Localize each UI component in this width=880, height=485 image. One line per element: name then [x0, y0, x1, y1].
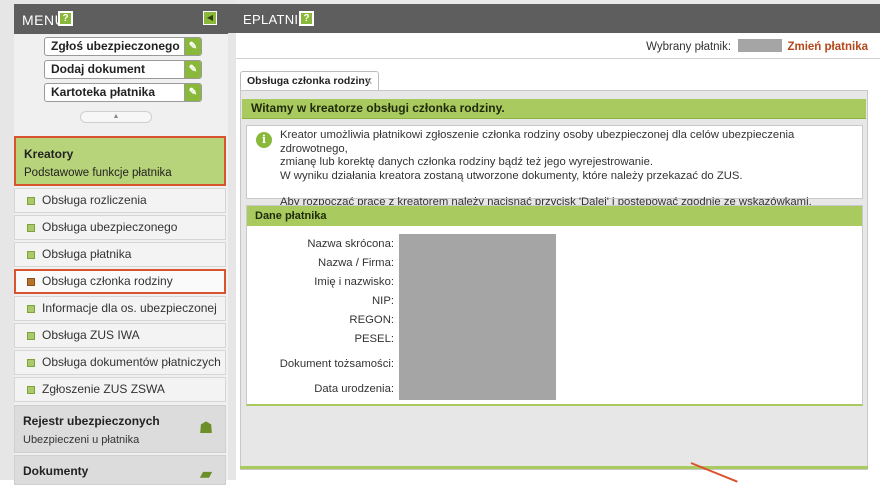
info-icon: i [256, 132, 272, 148]
change-payer-link[interactable]: Zmień płatnika [787, 41, 868, 53]
sidebar-item-label: Obsługa rozliczenia [42, 193, 147, 207]
bullet-icon [27, 386, 35, 394]
sidebar-item-obsluga-zus-iwa[interactable]: Obsługa ZUS IWA [14, 323, 226, 348]
sidebar-section-dokumenty[interactable]: Dokumenty ▰ [14, 455, 226, 485]
sidebar-item-zgloszenie-zus-zswa[interactable]: Zgłoszenie ZUS ZSWA [14, 377, 226, 402]
field-label-dokument-tozsamosci: Dokument tożsamości: [279, 358, 394, 370]
tab-label: Obsługa członka rodziny [247, 75, 371, 87]
sidebar-item-label: Obsługa dokumentów płatniczych [42, 355, 221, 369]
wizard-welcome-bar: Witamy w kreatorze obsługi członka rodzi… [242, 99, 866, 119]
sidebar-section-rejestr-ubezpieczonych[interactable]: Rejestr ubezpieczonych Ubezpieczeni u pł… [14, 405, 226, 453]
bottom-bar [240, 466, 868, 469]
bullet-icon [27, 278, 35, 286]
bullet-icon [27, 197, 35, 205]
sidebar-item-label: Informacje dla os. ubezpieczonej [42, 301, 217, 315]
section-title: Rejestr ubezpieczonych [23, 414, 160, 428]
people-icon: ☗ [198, 420, 214, 437]
main-area: EPLATNIK ? Wybrany płatnik: Zmień płatni… [228, 0, 880, 483]
divider [236, 58, 880, 59]
sidebar-item-label: Obsługa płatnika [42, 247, 132, 261]
section-title: Dokumenty [23, 464, 89, 478]
section-title: Kreatory [24, 147, 74, 161]
bullet-icon [27, 359, 35, 367]
info-line: zmianę lub korektę danych członka rodzin… [280, 156, 653, 168]
wand-icon: ✎ [184, 84, 201, 101]
sidebar-item-obsluga-platnika[interactable]: Obsługa płatnika [14, 242, 226, 267]
payer-data-title: Dane płatnika [247, 206, 862, 226]
field-label-pesel: PESEL: [354, 333, 394, 345]
main-header: EPLATNIK ? [228, 4, 880, 33]
sidebar-item-obsluga-ubezpieczonego[interactable]: Obsługa ubezpieczonego [14, 215, 226, 240]
wand-icon: ✎ [184, 61, 201, 78]
quick-action-label: Dodaj dokument [51, 62, 146, 76]
wizard-panel: Witamy w kreatorze obsługi członka rodzi… [240, 90, 868, 470]
quick-action-dodaj-dokument[interactable]: Dodaj dokument ✎ [44, 60, 202, 79]
sidebar-item-obsluga-rozliczenia[interactable]: Obsługa rozliczenia [14, 188, 226, 213]
bullet-icon [27, 332, 35, 340]
quick-action-zglos-ubezpieczonego[interactable]: Zgłoś ubezpieczonego ✎ [44, 37, 202, 56]
page-title: EPLATNIK [243, 12, 308, 27]
payer-data-box: Dane płatnika Nazwa skrócona: Nazwa / Fi… [246, 205, 863, 406]
quick-action-label: Kartoteka płatnika [51, 85, 156, 99]
info-line: W wyniku działania kreatora zostaną utwo… [280, 169, 743, 182]
section-subtitle: Ubezpieczeni u płatnika [23, 434, 140, 446]
close-tab-icon[interactable]: x [367, 72, 373, 91]
selected-payer-row: Wybrany płatnik: Zmień płatnika [646, 39, 868, 53]
field-label-nazwa-firma: Nazwa / Firma: [318, 257, 394, 269]
field-label-data-urodzenia: Data urodzenia: [314, 383, 394, 395]
bullet-icon [27, 224, 35, 232]
sidebar: MENU ? ◀ Zgłoś ubezpieczonego ✎ Dodaj do… [0, 0, 236, 485]
sidebar-panel: MENU ? ◀ Zgłoś ubezpieczonego ✎ Dodaj do… [14, 4, 228, 485]
menu-help-icon[interactable]: ? [58, 11, 73, 26]
tab-obsluga-czlonka-rodziny[interactable]: Obsługa członka rodziny x [240, 71, 379, 91]
redacted-payer-data [399, 234, 556, 400]
selected-payer-label: Wybrany płatnik: [646, 41, 732, 53]
bullet-icon [27, 251, 35, 259]
quick-action-label: Zgłoś ubezpieczonego [51, 39, 180, 53]
header-help-icon[interactable]: ? [299, 11, 314, 26]
field-label-imie-nazwisko: Imię i nazwisko: [314, 276, 394, 288]
quick-action-kartoteka-platnika[interactable]: Kartoteka płatnika ✎ [44, 83, 202, 102]
redacted-payer-name [738, 39, 783, 52]
sidebar-item-label: Obsługa ubezpieczonego [42, 220, 178, 234]
scroll-up-button[interactable]: ▲ [80, 111, 152, 123]
sidebar-item-informacje-dla-os-ubezpieczonej[interactable]: Informacje dla os. ubezpieczonej [14, 296, 226, 321]
field-label-nip: NIP: [372, 295, 394, 307]
menu-header: MENU ? ◀ [14, 4, 228, 34]
field-label-regon: REGON: [349, 314, 394, 326]
bullet-icon [27, 305, 35, 313]
sidebar-item-obsluga-czlonka-rodziny[interactable]: Obsługa członka rodziny [14, 269, 226, 294]
wand-icon: ✎ [184, 38, 201, 55]
sidebar-item-obsluga-dokumentow-platniczych[interactable]: Obsługa dokumentów płatniczych [14, 350, 226, 375]
sidebar-item-label: Zgłoszenie ZUS ZSWA [42, 382, 165, 396]
collapse-menu-icon[interactable]: ◀ [203, 11, 217, 25]
sidebar-item-label: Obsługa członka rodziny [42, 274, 173, 288]
section-subtitle: Podstawowe funkcje płatnika [24, 167, 172, 179]
sidebar-section-kreatory[interactable]: Kreatory Podstawowe funkcje płatnika [14, 136, 226, 186]
folder-icon: ▰ [199, 466, 213, 483]
field-label-nazwa-skrocona: Nazwa skrócona: [307, 238, 394, 250]
info-box: i Kreator umożliwia płatnikowi zgłoszeni… [246, 125, 863, 208]
info-line: Kreator umożliwia płatnikowi zgłoszenie … [280, 129, 795, 155]
sidebar-item-label: Obsługa ZUS IWA [42, 328, 140, 342]
info-text: Kreator umożliwia płatnikowi zgłoszenie … [280, 129, 858, 210]
